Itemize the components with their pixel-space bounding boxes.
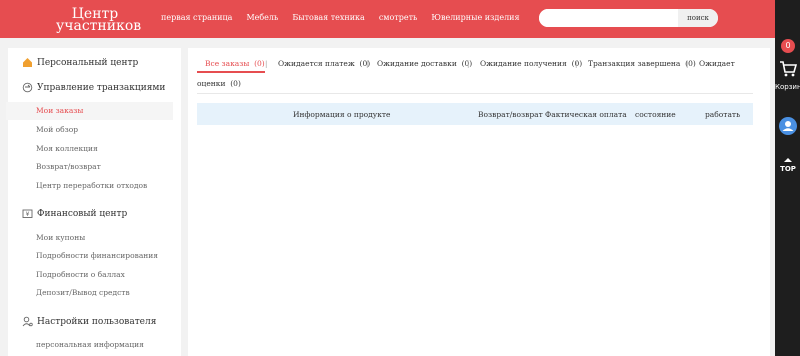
sidebar-item-deposit-withdraw[interactable]: Депозит/Вывод средств [36, 288, 130, 297]
tab-awaiting-review-wrap[interactable]: оценки (0) [197, 79, 241, 88]
sidebar-finance-title: ¥ Финансовый центр [22, 208, 127, 219]
sidebar-finance-label: Финансовый центр [37, 208, 128, 219]
top-label: TOP [780, 165, 796, 173]
right-toolbar [775, 0, 800, 356]
tab-separator: | [686, 60, 689, 68]
tab-awaiting-review-count: (0) [230, 79, 241, 88]
tab-all-orders-label: Все заказы [205, 59, 250, 68]
sidebar-item-funding-details[interactable]: Подробности финансирования [36, 251, 158, 260]
nav-jewelry[interactable]: Ювелирные изделия [431, 13, 519, 22]
sidebar-settings-title: Настройки пользователя [22, 316, 156, 327]
tab-separator: | [265, 60, 268, 68]
tab-awaiting-review[interactable]: Ожидает [699, 59, 735, 68]
main-nav: первая страница Мебель Бытовая техника с… [161, 13, 534, 22]
sidebar-personal-center-label: Персональный центр [37, 57, 139, 68]
orders-panel [188, 48, 770, 356]
sidebar-item-points[interactable]: Подробности о баллах [36, 270, 125, 279]
cart-count-badge: 0 [781, 39, 795, 53]
tab-awaiting-payment-label: Ожидается платеж [278, 59, 355, 68]
cart-icon[interactable] [779, 60, 797, 78]
active-tab-underline [197, 71, 265, 73]
sidebar-item-coupons[interactable]: Мои купоны [36, 233, 85, 242]
tab-completed-label: Транзакция завершена [588, 59, 681, 68]
sidebar-transactions-title: Управление транзакциями [22, 82, 165, 93]
th-status: состояние [635, 110, 676, 119]
logo-line-2: участников [56, 18, 142, 34]
tab-awaiting-delivery-label: Ожидание доставки [377, 59, 457, 68]
nav-home[interactable]: первая страница [161, 13, 232, 22]
tab-awaiting-receipt[interactable]: Ожидание получения (0) [480, 59, 582, 68]
sidebar-item-my-orders[interactable]: Мои заказы [6, 102, 173, 120]
home-icon [23, 58, 32, 67]
tab-awaiting-review-label-line1: Ожидает [699, 59, 735, 68]
tab-awaiting-delivery[interactable]: Ожидание доставки (0) [377, 59, 472, 68]
search-box: поиск [539, 9, 718, 27]
nav-appliances[interactable]: Бытовая техника [292, 13, 364, 22]
user-icon[interactable] [779, 117, 797, 135]
th-actions: работать [705, 110, 741, 119]
back-to-top-icon[interactable]: TOP [779, 156, 797, 174]
tabs-divider [197, 93, 753, 94]
tab-separator: | [575, 60, 578, 68]
sidebar-item-my-reviews[interactable]: Мой обзор [36, 125, 78, 134]
tab-all-orders-count: (0) [254, 59, 265, 68]
site-logo[interactable]: Центр участников [56, 7, 142, 34]
sidebar-item-personal-info[interactable]: персональная информация [36, 340, 144, 349]
nav-watch[interactable]: смотреть [379, 13, 418, 22]
search-button[interactable]: поиск [678, 9, 718, 27]
tab-completed[interactable]: Транзакция завершена (0) [588, 59, 696, 68]
sidebar-item-returns[interactable]: Возврат/возврат [36, 162, 101, 171]
user-settings-icon [22, 316, 33, 327]
cart-label[interactable]: Корзина [775, 83, 800, 91]
sidebar [8, 48, 181, 356]
transactions-icon [22, 82, 33, 93]
tab-awaiting-payment[interactable]: Ожидается платеж (0) [278, 59, 370, 68]
th-actual-payment: Фактическая оплата [545, 110, 627, 119]
tab-all-orders[interactable]: Все заказы (0) [205, 59, 265, 68]
sidebar-item-recycling[interactable]: Центр переработки отходов [36, 181, 147, 190]
tab-separator: | [467, 60, 470, 68]
top-header: Центр участников первая страница Мебель … [0, 0, 775, 38]
sidebar-transactions-label: Управление транзакциями [37, 82, 166, 93]
sidebar-settings-label: Настройки пользователя [37, 316, 157, 327]
tab-awaiting-review-label-line2: оценки [197, 79, 226, 88]
th-product-info: Информация о продукте [293, 110, 391, 119]
th-returns: Возврат/возврат [478, 110, 543, 119]
sidebar-personal-center[interactable]: Персональный центр [22, 57, 138, 68]
tab-awaiting-payment-count: (0) [359, 59, 371, 68]
nav-furniture[interactable]: Мебель [246, 13, 278, 22]
sidebar-item-my-collection[interactable]: Моя коллекция [36, 144, 98, 153]
svg-text:¥: ¥ [26, 211, 30, 218]
search-input[interactable] [539, 9, 678, 27]
tab-separator: | [366, 60, 369, 68]
wallet-icon: ¥ [22, 209, 33, 218]
tab-awaiting-receipt-label: Ожидание получения [480, 59, 567, 68]
